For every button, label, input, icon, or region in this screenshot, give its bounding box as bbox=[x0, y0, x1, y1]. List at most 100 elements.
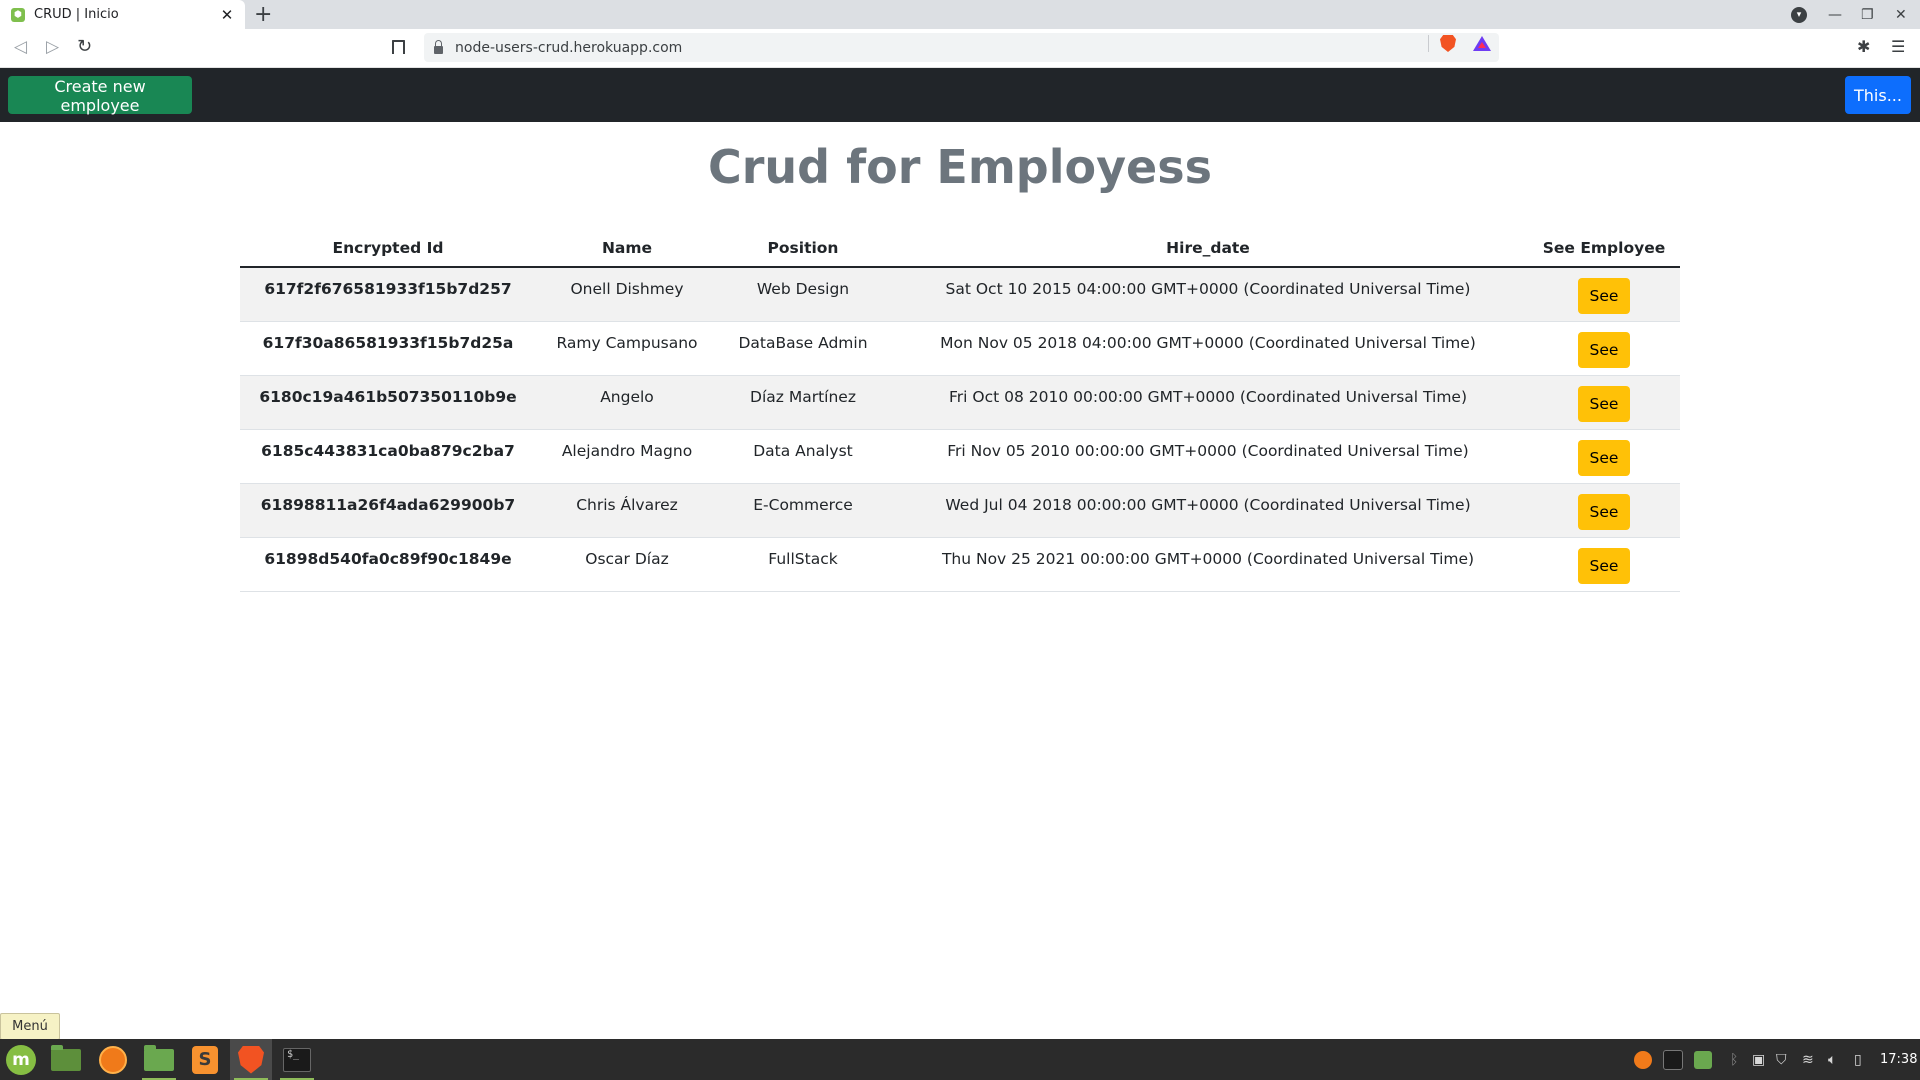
forward-icon[interactable]: ▷ bbox=[46, 37, 59, 57]
header-name: Name bbox=[536, 230, 718, 268]
this-button[interactable]: This... bbox=[1845, 76, 1911, 114]
cell-hire-date: Wed Jul 04 2018 00:00:00 GMT+0000 (Coord… bbox=[888, 483, 1528, 538]
cell-encrypted-id: 617f30a86581933f15b7d25a bbox=[240, 321, 536, 376]
cell-hire-date: Mon Nov 05 2018 04:00:00 GMT+0000 (Coord… bbox=[888, 321, 1528, 376]
cell-action: See bbox=[1528, 375, 1680, 430]
cell-name: Ramy Campusano bbox=[536, 321, 718, 376]
maximize-icon[interactable]: ❐ bbox=[1861, 0, 1874, 29]
tray-terminal[interactable] bbox=[1663, 1039, 1683, 1080]
tab-close-icon[interactable]: ✕ bbox=[217, 6, 237, 24]
cell-name: Chris Álvarez bbox=[536, 483, 718, 538]
table-row: 617f30a86581933f15b7d25a Ramy Campusano … bbox=[240, 321, 1680, 376]
cell-encrypted-id: 6180c19a461b507350110b9e bbox=[240, 375, 536, 430]
minimize-icon[interactable]: — bbox=[1828, 0, 1842, 29]
desktop-icon bbox=[51, 1044, 81, 1071]
browser-tab-bar: ⬢ CRUD | Inicio ✕ + ▾ — ❐ ✕ bbox=[0, 0, 1920, 29]
table-row: 61898d540fa0c89f90c1849e Oscar Díaz Full… bbox=[240, 537, 1680, 592]
see-employee-button[interactable]: See bbox=[1578, 278, 1630, 314]
url-text[interactable]: node-users-crud.herokuapp.com bbox=[455, 40, 682, 56]
see-employee-button[interactable]: See bbox=[1578, 439, 1630, 476]
header-hire-date: Hire_date bbox=[888, 230, 1528, 268]
terminal-launcher[interactable]: $_ bbox=[276, 1039, 318, 1080]
table-header-row: Encrypted Id Name Position Hire_date See… bbox=[240, 230, 1680, 268]
cell-position: Data Analyst bbox=[718, 429, 888, 484]
folder-tray-icon bbox=[1694, 1050, 1712, 1069]
bluetooth-icon[interactable]: ᛒ bbox=[1730, 1039, 1738, 1080]
terminal-tray-icon bbox=[1663, 1049, 1683, 1070]
browser-menu-icon[interactable]: ☰ bbox=[1891, 37, 1905, 56]
browser-tab[interactable]: ⬢ CRUD | Inicio ✕ bbox=[0, 0, 245, 29]
wifi-icon[interactable]: ≋ bbox=[1802, 1039, 1814, 1080]
terminal-icon: $_ bbox=[283, 1047, 311, 1072]
firefox-icon bbox=[99, 1045, 127, 1074]
battery-icon[interactable]: ▯ bbox=[1854, 1039, 1862, 1080]
header-encrypted-id: Encrypted Id bbox=[240, 230, 536, 268]
header-see-employee: See Employee bbox=[1528, 230, 1680, 268]
firefox-launcher[interactable] bbox=[92, 1039, 134, 1080]
brave-launcher[interactable] bbox=[230, 1039, 272, 1080]
brave-browser-icon bbox=[238, 1045, 264, 1074]
cell-encrypted-id: 61898811a26f4ada629900b7 bbox=[240, 483, 536, 538]
cell-encrypted-id: 6185c443831ca0ba879c2ba7 bbox=[240, 429, 536, 484]
see-employee-button[interactable]: See bbox=[1578, 331, 1630, 368]
address-separator bbox=[1428, 35, 1429, 52]
show-desktop-button[interactable] bbox=[45, 1039, 87, 1080]
shield-icon[interactable]: ⛉ bbox=[1776, 1039, 1787, 1080]
address-bar[interactable]: node-users-crud.herokuapp.com bbox=[424, 33, 1499, 62]
cell-hire-date: Fri Nov 05 2010 00:00:00 GMT+0000 (Coord… bbox=[888, 429, 1528, 484]
cell-name: Onell Dishmey bbox=[536, 267, 718, 322]
cell-hire-date: Sat Oct 10 2015 04:00:00 GMT+0000 (Coord… bbox=[888, 267, 1528, 322]
page-title: Crud for Employess bbox=[707, 140, 1213, 194]
table-row: 6185c443831ca0ba879c2ba7 Alejandro Magno… bbox=[240, 429, 1680, 484]
volume-icon[interactable]: 🔈︎ bbox=[1828, 1039, 1836, 1080]
cell-name: Alejandro Magno bbox=[536, 429, 718, 484]
bookmark-icon[interactable] bbox=[392, 40, 405, 54]
cell-position: FullStack bbox=[718, 537, 888, 592]
lock-icon bbox=[434, 40, 443, 54]
cell-action: See bbox=[1528, 429, 1680, 484]
cell-name: Oscar Díaz bbox=[536, 537, 718, 592]
tab-search-icon[interactable]: ▾ bbox=[1791, 7, 1807, 23]
tray-firefox[interactable] bbox=[1634, 1039, 1652, 1080]
clipboard-icon[interactable]: ▣ bbox=[1752, 1039, 1765, 1080]
cell-name: Angelo bbox=[536, 375, 718, 430]
cell-position: Web Design bbox=[718, 267, 888, 322]
back-icon[interactable]: ◁ bbox=[14, 37, 27, 57]
table-row: 6180c19a461b507350110b9e Angelo Díaz Mar… bbox=[240, 375, 1680, 430]
extensions-icon[interactable]: ✱ bbox=[1857, 37, 1870, 56]
see-employee-button[interactable]: See bbox=[1578, 493, 1630, 530]
table-row: 61898811a26f4ada629900b7 Chris Álvarez E… bbox=[240, 483, 1680, 538]
reload-icon[interactable]: ↻ bbox=[77, 37, 92, 57]
header-position: Position bbox=[718, 230, 888, 268]
cell-encrypted-id: 61898d540fa0c89f90c1849e bbox=[240, 537, 536, 592]
cell-hire-date: Fri Oct 08 2010 00:00:00 GMT+0000 (Coord… bbox=[888, 375, 1528, 430]
firefox-tray-icon bbox=[1634, 1050, 1652, 1069]
cell-hire-date: Thu Nov 25 2021 00:00:00 GMT+0000 (Coord… bbox=[888, 537, 1528, 592]
close-window-icon[interactable]: ✕ bbox=[1895, 0, 1907, 29]
app-navbar: Create new employee This... bbox=[0, 68, 1920, 122]
see-employee-button[interactable]: See bbox=[1578, 385, 1630, 422]
cell-action: See bbox=[1528, 321, 1680, 376]
node-favicon-icon: ⬢ bbox=[11, 7, 25, 22]
cell-encrypted-id: 617f2f676581933f15b7d257 bbox=[240, 267, 536, 322]
start-menu-button[interactable]: m bbox=[0, 1039, 42, 1080]
os-taskbar: m S $_ ᛒ ▣ ⛉ ≋ 🔈︎ ▯ 17:38 bbox=[0, 1039, 1920, 1080]
cell-action: See bbox=[1528, 483, 1680, 538]
cell-action: See bbox=[1528, 537, 1680, 592]
linux-mint-icon: m bbox=[6, 1044, 36, 1075]
create-employee-button[interactable]: Create new employee bbox=[8, 76, 192, 115]
files-launcher[interactable] bbox=[138, 1039, 180, 1080]
cell-position: DataBase Admin bbox=[718, 321, 888, 376]
browser-toolbar: ◁ ▷ ↻ node-users-crud.herokuapp.com ✱ ☰ bbox=[0, 29, 1920, 68]
clock[interactable]: 17:38 bbox=[1880, 1039, 1917, 1080]
see-employee-button[interactable]: See bbox=[1578, 547, 1630, 584]
cell-action: See bbox=[1528, 267, 1680, 322]
sublime-launcher[interactable]: S bbox=[184, 1039, 226, 1080]
tab-title: CRUD | Inicio bbox=[34, 7, 119, 22]
folder-icon bbox=[144, 1044, 174, 1071]
new-tab-button[interactable]: + bbox=[254, 2, 272, 27]
tray-files[interactable] bbox=[1694, 1039, 1712, 1080]
cell-position: E-Commerce bbox=[718, 483, 888, 538]
brave-rewards-icon[interactable] bbox=[1473, 36, 1491, 51]
menu-tooltip: Menú bbox=[0, 1013, 60, 1040]
